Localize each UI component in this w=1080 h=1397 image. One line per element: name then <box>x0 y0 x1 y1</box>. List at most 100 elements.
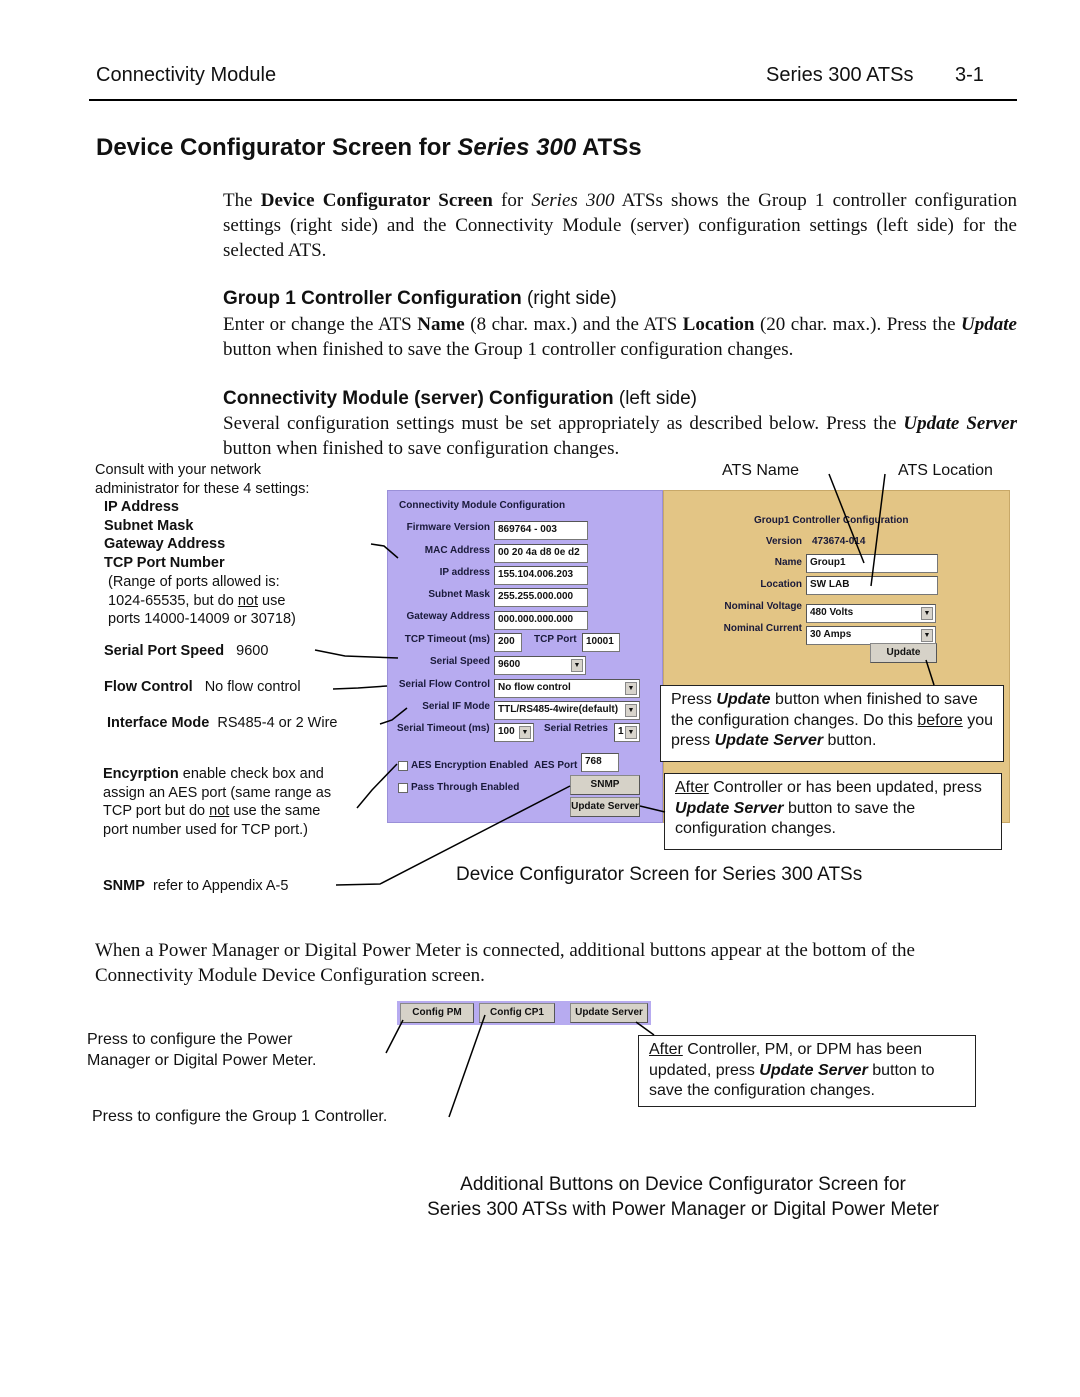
serial-timeout-label: Serial Timeout (ms) <box>397 723 490 734</box>
ats-location-input[interactable]: SW LAB <box>806 576 938 595</box>
serial-retries-select[interactable]: 1 ▼ <box>614 723 640 742</box>
text: The <box>223 190 261 211</box>
text: (Range of ports allowed is: <box>108 574 280 590</box>
setting-gateway: Gateway Address <box>104 536 226 552</box>
aes-encryption-checkbox[interactable] <box>398 761 408 771</box>
heading-normal: (right side) <box>521 288 617 309</box>
gateway-label: Gateway Address <box>406 611 490 622</box>
value: No flow control <box>204 679 301 695</box>
text: button when finished to save the Group 1… <box>223 339 794 360</box>
tcp-port-label: TCP Port <box>534 634 577 645</box>
text-bold-italic: Update Server <box>675 799 784 817</box>
config-pm-button[interactable]: Config PM <box>400 1003 474 1023</box>
selected-value: No flow control <box>498 682 571 693</box>
cm-paragraph: Several configuration settings must be s… <box>223 411 1017 461</box>
text: Press <box>671 691 717 708</box>
flow-control-select[interactable]: No flow control ▼ <box>494 679 640 698</box>
location-label: Location <box>760 579 802 590</box>
text-bold-italic: Update <box>961 314 1017 335</box>
text-bold-italic: Update Server <box>714 732 824 749</box>
caption-line: Series 300 ATSs with Power Manager or Di… <box>427 1199 939 1220</box>
update-server-note-box: After Controller or has been updated, pr… <box>664 773 1002 850</box>
text-bold-italic: Update <box>716 691 771 708</box>
tcp-port-input[interactable]: 10001 <box>582 633 620 652</box>
text: Several configuration settings must be s… <box>223 413 904 434</box>
text: Controller or has been updated, press <box>708 779 982 796</box>
figure1-caption: Device Configurator Screen for Series 30… <box>456 864 863 885</box>
serial-speed-label: Serial Speed <box>429 656 490 667</box>
text-underline: After <box>649 1041 683 1058</box>
text-bold: Device Configurator Screen <box>260 190 493 211</box>
selected-value: 100 <box>498 726 515 737</box>
dropdown-arrow-icon[interactable]: ▼ <box>625 682 637 695</box>
selected-value: 30 Amps <box>810 629 852 640</box>
extra-update-note-box: After Controller, PM, or DPM has been up… <box>638 1035 976 1107</box>
tcp-timeout-label: TCP Timeout (ms) <box>404 634 490 645</box>
title-italic: Series 300 <box>457 134 577 161</box>
update-note-box: Press Update button when finished to sav… <box>660 685 1004 762</box>
pass-through-label: Pass Through Enabled <box>411 782 520 793</box>
tcp-timeout-input[interactable]: 200 <box>494 633 522 652</box>
dropdown-arrow-icon[interactable]: ▼ <box>625 726 637 739</box>
leader-config-cp1 <box>448 1014 486 1118</box>
port-range-note: (Range of ports allowed is: 1024-65535, … <box>108 573 296 629</box>
firmware-field: 869764 - 003 <box>494 521 588 540</box>
mac-field: 00 20 4a d8 0e d2 <box>494 544 588 563</box>
text: Enter or change the ATS <box>223 314 418 335</box>
text: (20 char. max.). Press the <box>754 314 962 335</box>
dropdown-arrow-icon[interactable]: ▼ <box>921 629 933 642</box>
header-section: Connectivity Module <box>96 64 277 86</box>
text: 1024-65535, but do not use <box>108 592 296 611</box>
extra-update-server-button[interactable]: Update Server <box>570 1003 648 1023</box>
text-bold: Location <box>682 314 755 335</box>
version-label: Version <box>765 536 802 547</box>
firmware-label: Firmware Version <box>406 522 490 533</box>
dropdown-arrow-icon[interactable]: ▼ <box>571 659 583 672</box>
interface-mode-note: Interface Mode RS485-4 or 2 Wire <box>107 714 337 733</box>
ip-label: IP address <box>439 567 490 578</box>
update-server-button[interactable]: Update Server <box>570 797 640 817</box>
group1-heading: Group 1 Controller Configuration (right … <box>223 288 617 310</box>
flow-control-label: Serial Flow Control <box>398 679 490 690</box>
serial-speed-select[interactable]: 9600 ▼ <box>494 656 586 675</box>
text: ports 14000-14009 or 30718) <box>108 611 296 627</box>
text-bold: Name <box>417 314 465 335</box>
dropdown-arrow-icon[interactable]: ▼ <box>519 726 531 739</box>
aes-encryption-label: AES Encryption Enabled <box>411 760 529 771</box>
gateway-address-input[interactable]: 000.000.000.000 <box>494 611 588 630</box>
text-underline: After <box>675 779 709 796</box>
ats-name-input[interactable]: Group1 <box>806 554 938 573</box>
pass-through-checkbox[interactable] <box>398 783 408 793</box>
g1-panel-title: Group1 Controller Configuration <box>754 515 909 526</box>
cm-heading: Connectivity Module (server) Configurati… <box>223 388 697 410</box>
page-title: Device Configurator Screen for Series 30… <box>96 134 642 162</box>
if-mode-label: Serial IF Mode <box>422 701 490 712</box>
leader-serial-speed <box>314 649 399 659</box>
aes-port-input[interactable]: 768 <box>581 753 619 772</box>
text-underline: not <box>237 592 258 609</box>
config-pm-note: Press to configure the Power Manager or … <box>87 1031 317 1069</box>
if-mode-select[interactable]: TTL/RS485-4wire(default) ▼ <box>494 701 640 720</box>
snmp-button[interactable]: SNMP <box>570 775 640 795</box>
mac-label: MAC Address <box>424 545 490 556</box>
dropdown-arrow-icon[interactable]: ▼ <box>921 607 933 620</box>
header-rule <box>89 99 1017 101</box>
figure2-caption: Additional Buttons on Device Configurato… <box>380 1172 986 1222</box>
serial-retries-label: Serial Retries <box>544 723 608 734</box>
version-value: 473674-014 <box>812 536 866 547</box>
subnet-mask-input[interactable]: 255.255.000.000 <box>494 588 588 607</box>
serial-timeout-select[interactable]: 100 ▼ <box>494 723 534 742</box>
setting-subnet: Subnet Mask <box>104 517 194 534</box>
nominal-voltage-select[interactable]: 480 Volts ▼ <box>806 604 936 623</box>
text: use <box>257 592 286 609</box>
ip-address-input[interactable]: 155.104.006.203 <box>494 566 588 585</box>
config-cp1-button[interactable]: Config CP1 <box>479 1003 555 1023</box>
current-label: Nominal Current <box>723 623 802 634</box>
snmp-note: SNMP refer to Appendix A-5 <box>103 877 288 896</box>
dropdown-arrow-icon[interactable]: ▼ <box>625 704 637 717</box>
text-underline: before <box>917 711 963 729</box>
label: Serial Port Speed <box>104 643 225 659</box>
consult-note: Consult with your network administrator … <box>95 462 310 497</box>
update-button[interactable]: Update <box>870 643 937 663</box>
value: RS485-4 or 2 Wire <box>217 715 338 731</box>
